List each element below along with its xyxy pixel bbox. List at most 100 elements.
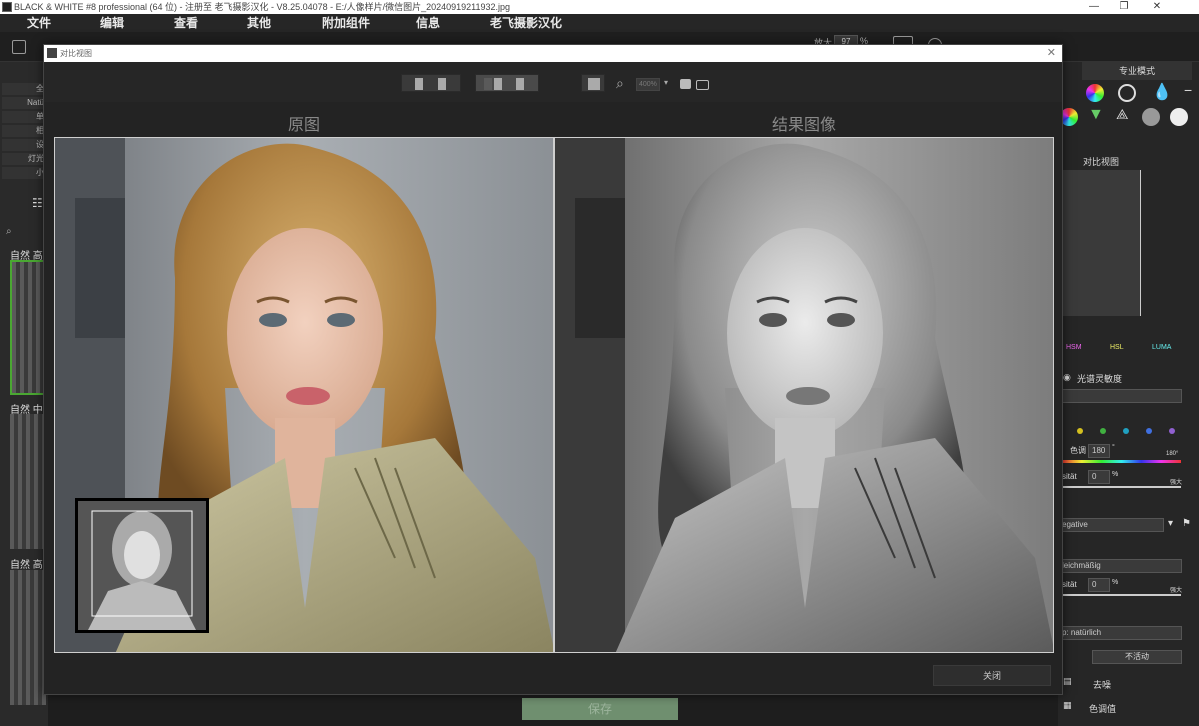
left-panel: 全 Natü 单 相 设 灯光 小 ☷ ⌕ 自然 高 自然 中 自然 高 bbox=[0, 62, 48, 726]
hue-slider[interactable] bbox=[1062, 460, 1181, 463]
window-title: BLACK & WHITE #8 professional (64 位) - 注… bbox=[14, 2, 511, 12]
menu-localization[interactable]: 老飞摄影汉化 bbox=[490, 14, 562, 32]
zoom-icon[interactable]: ⌕ bbox=[616, 75, 624, 92]
zoom-dropdown-chevron-icon[interactable]: ▾ bbox=[664, 78, 668, 87]
dialog-close-button[interactable]: 关闭 bbox=[933, 665, 1051, 686]
left-row[interactable]: 相 bbox=[2, 125, 46, 137]
tone-dropdown[interactable]: leichmäßig bbox=[1058, 559, 1182, 573]
mode-hsm[interactable]: HSM bbox=[1066, 344, 1082, 351]
navigator-preview bbox=[78, 501, 206, 630]
inactive-button[interactable]: 不活动 bbox=[1092, 650, 1182, 664]
drop-icon[interactable]: 💧 bbox=[1152, 82, 1172, 102]
close-window-button[interactable]: ✕ bbox=[1142, 0, 1172, 14]
color-dot[interactable] bbox=[1169, 428, 1175, 434]
app-icon bbox=[2, 2, 12, 12]
filter-dropdown[interactable]: egative bbox=[1058, 518, 1164, 532]
compare-view-label: 对比视图 bbox=[1083, 157, 1120, 167]
target-icon[interactable] bbox=[1118, 84, 1136, 102]
intensity2-slider[interactable] bbox=[1062, 594, 1181, 596]
intensity-unit: % bbox=[1112, 471, 1119, 478]
dialog-title: 对比视图 bbox=[60, 49, 92, 58]
left-row[interactable]: Natü bbox=[2, 97, 46, 109]
navigator-thumbnail[interactable] bbox=[75, 498, 209, 633]
intensity2-label: sität bbox=[1062, 580, 1077, 589]
navigator-icon[interactable] bbox=[680, 79, 691, 89]
menu-file[interactable]: 文件 bbox=[27, 14, 51, 32]
preset-label: 自然 高 bbox=[10, 560, 43, 571]
dialog-close-icon[interactable]: ✕ bbox=[1047, 45, 1056, 62]
brush-icon[interactable] bbox=[1142, 108, 1160, 126]
hue-max: 180° bbox=[1166, 451, 1179, 457]
left-row[interactable]: 全 bbox=[2, 83, 46, 95]
nodes-icon[interactable]: ⟁ bbox=[1116, 106, 1129, 123]
dialog-titlebar: 对比视图 ✕ bbox=[44, 45, 1062, 62]
denoise-label[interactable]: 去噪 bbox=[1093, 678, 1111, 691]
result-portrait bbox=[555, 138, 1053, 652]
intensity2-max: 强大 bbox=[1170, 588, 1183, 594]
hue-degree: ° bbox=[1112, 444, 1115, 451]
window-titlebar: BLACK & WHITE #8 professional (64 位) - 注… bbox=[0, 0, 1199, 14]
tone-value-icon[interactable]: ▦ bbox=[1063, 700, 1072, 711]
spectral-sensitivity-icon: ◉ bbox=[1063, 372, 1071, 382]
dialog-toolbar: ⌕ 400% ▾ bbox=[44, 62, 1062, 102]
color-wheel-icon[interactable] bbox=[1086, 84, 1104, 102]
mode-luma[interactable]: LUMA bbox=[1152, 344, 1171, 351]
save-button[interactable]: 保存 bbox=[522, 698, 678, 720]
mode-hsl[interactable]: HSL bbox=[1110, 344, 1124, 351]
result-image[interactable] bbox=[554, 137, 1054, 653]
color-dot[interactable] bbox=[1146, 428, 1152, 434]
fit-icon[interactable] bbox=[696, 80, 709, 90]
preset-thumbnail[interactable] bbox=[10, 414, 46, 549]
intensity-input[interactable]: 0 bbox=[1088, 470, 1110, 484]
color-dot[interactable] bbox=[1100, 428, 1106, 434]
triangle-filter-icon[interactable]: ▼ bbox=[1088, 106, 1104, 124]
intensity-slider[interactable] bbox=[1062, 486, 1181, 488]
color-dot[interactable] bbox=[1123, 428, 1129, 434]
menu-edit[interactable]: 编辑 bbox=[100, 14, 124, 32]
intensity-max: 强大 bbox=[1170, 480, 1183, 486]
minimize-button[interactable]: — bbox=[1079, 0, 1109, 14]
preset-thumbnail-selected[interactable] bbox=[10, 260, 46, 395]
left-row[interactable]: 小 bbox=[2, 167, 46, 179]
compare-preview bbox=[1062, 170, 1141, 316]
denoise-icon[interactable]: ▤ bbox=[1063, 676, 1072, 687]
zoom-level-select[interactable]: 400% bbox=[636, 78, 660, 91]
compare-view-dialog: 对比视图 ✕ ⌕ 400% ▾ 原图 结果图像 关闭 bbox=[43, 44, 1063, 695]
left-row[interactable]: 单 bbox=[2, 111, 46, 123]
hue-label: 色调 bbox=[1070, 446, 1086, 455]
tab-pro-mode[interactable]: 专业模式 bbox=[1082, 62, 1192, 80]
left-row[interactable]: 设 bbox=[2, 139, 46, 151]
new-file-icon[interactable] bbox=[12, 40, 26, 54]
menu-bar: 文件 编辑 查看 其他 附加组件 信息 老飞摄影汉化 bbox=[0, 14, 1199, 32]
original-image[interactable] bbox=[54, 137, 554, 653]
menu-view[interactable]: 查看 bbox=[174, 14, 198, 32]
color-dot[interactable] bbox=[1077, 428, 1083, 434]
spectral-dropdown[interactable] bbox=[1058, 389, 1182, 403]
intensity-label: sität bbox=[1062, 472, 1077, 481]
original-label: 原图 bbox=[287, 117, 320, 134]
intensity2-input[interactable]: 0 bbox=[1088, 578, 1110, 592]
menu-other[interactable]: 其他 bbox=[247, 14, 271, 32]
right-panel: 专业模式 💧 − ▼ ⟁ 对比视图 HSM HSL LUMA ◉ 光谱灵敏度 色… bbox=[1058, 62, 1199, 726]
split-view-button[interactable] bbox=[401, 74, 461, 92]
grid-icon[interactable]: ☷ bbox=[32, 196, 43, 210]
spectral-sensitivity-label: 光谱灵敏度 bbox=[1077, 374, 1123, 384]
menu-addons[interactable]: 附加组件 bbox=[322, 14, 370, 32]
single-view-button[interactable] bbox=[581, 74, 605, 92]
maximize-button[interactable]: ❐ bbox=[1109, 0, 1139, 14]
dialog-icon bbox=[47, 48, 57, 58]
result-label: 结果图像 bbox=[771, 117, 836, 134]
menu-info[interactable]: 信息 bbox=[416, 14, 440, 32]
collapse-icon[interactable]: − bbox=[1184, 82, 1192, 98]
search-icon[interactable]: ⌕ bbox=[6, 226, 12, 237]
side-by-side-button[interactable] bbox=[475, 74, 539, 92]
intensity2-unit: % bbox=[1112, 579, 1119, 586]
hue-input[interactable]: 180 bbox=[1088, 444, 1110, 458]
left-row[interactable]: 灯光 bbox=[2, 153, 46, 165]
flag-icon[interactable]: ⚑ bbox=[1182, 518, 1191, 529]
chevron-down-icon[interactable]: ▾ bbox=[1168, 518, 1173, 529]
preset-thumbnail[interactable] bbox=[10, 570, 46, 705]
grain-dropdown[interactable]: p: natürlich bbox=[1058, 626, 1182, 640]
aperture-icon[interactable] bbox=[1170, 108, 1188, 126]
tone-value-label[interactable]: 色调值 bbox=[1089, 702, 1116, 715]
